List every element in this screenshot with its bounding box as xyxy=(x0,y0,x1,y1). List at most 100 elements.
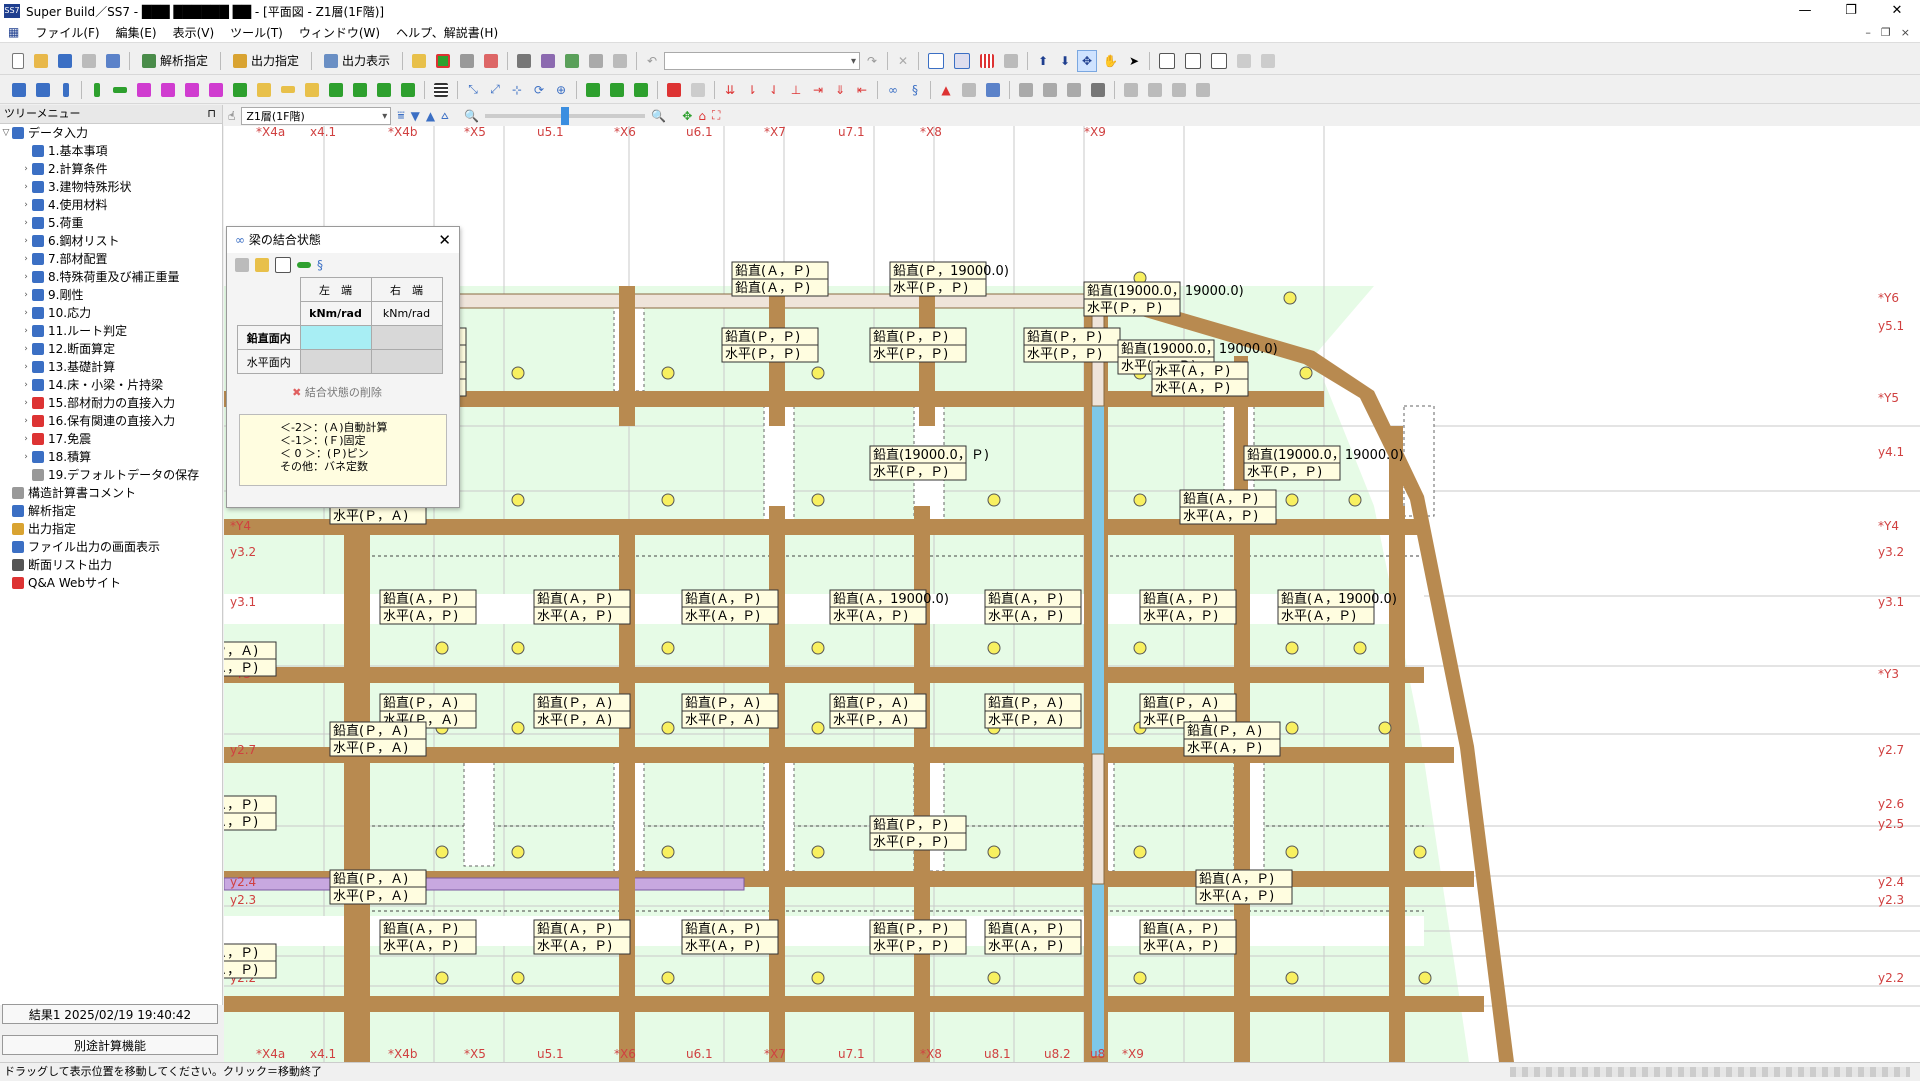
minimize-button[interactable]: — xyxy=(1782,0,1828,22)
misc8-icon[interactable] xyxy=(1192,79,1214,101)
fit-icon[interactable]: ⛶ xyxy=(712,108,720,123)
collapse-icon[interactable]: ▽ xyxy=(0,124,12,142)
joint-label[interactable]: 鉛直(Ａ，Ｐ) 水平(Ａ，Ｐ) xyxy=(379,589,477,625)
mass2-icon[interactable] xyxy=(958,79,980,101)
joint-label[interactable]: 鉛直(Ｐ，Ｐ) 水平(Ｐ，Ｐ) xyxy=(869,815,967,851)
tree-node-13[interactable]: › 13.基礎計算 xyxy=(0,358,222,376)
redo-icon[interactable]: ↷ xyxy=(862,50,882,72)
arrow-down-icon[interactable]: ⬇ xyxy=(1055,50,1075,72)
plan-drawing[interactable]: *X4a x4.1 *X4b *X5 u5.1 *X6 u6.1 *X7 u7.1 *X8 *X9 *… xyxy=(224,126,1920,1062)
history-combo[interactable] xyxy=(664,51,861,71)
tree-node-4[interactable]: › 4.使用材料 xyxy=(0,196,222,214)
joint-label[interactable]: 鉛直(Ｐ，Ａ) 水平(Ａ，Ｐ) xyxy=(224,641,277,677)
expand-icon[interactable]: › xyxy=(20,214,32,232)
tree-node-19[interactable]: 19.デフォルトデータの保存 xyxy=(0,466,222,484)
menu-window[interactable]: ウィンドウ(W) xyxy=(291,24,388,41)
node4-icon[interactable]: ⊕ xyxy=(551,79,571,101)
joint-label[interactable]: 鉛直(Ｐ，Ａ) 水平(Ａ，Ｐ) xyxy=(1183,721,1281,757)
joint-label[interactable]: 鉛直(Ｐ，Ｐ) 水平(Ｐ，Ｐ) xyxy=(869,327,967,363)
edit-icon[interactable] xyxy=(255,258,269,272)
arrow-up-icon[interactable]: ⬆ xyxy=(1033,50,1053,72)
menu-file[interactable]: ファイル(F) xyxy=(27,24,107,41)
mdi-icon[interactable]: ▦ xyxy=(0,25,27,39)
print-setup-icon[interactable] xyxy=(537,50,559,72)
mdi-close-button[interactable]: × xyxy=(1901,26,1910,39)
joint-label[interactable]: 鉛直(Ａ，Ｐ) 水平(Ａ，Ｐ) xyxy=(533,589,631,625)
joint-label[interactable]: 鉛直(Ｐ，Ａ) 水平(Ｐ，Ａ) xyxy=(681,693,779,729)
bracket3-icon[interactable] xyxy=(373,79,395,101)
home-view-icon[interactable]: ⌂ xyxy=(698,109,706,123)
wall-icon[interactable] xyxy=(133,79,155,101)
misc2-icon[interactable] xyxy=(1039,79,1061,101)
tree-node-1[interactable]: 1.基本事項 xyxy=(0,142,222,160)
layer-select[interactable]: Z1層(1F階) xyxy=(241,106,392,126)
tile-icon[interactable] xyxy=(1000,50,1022,72)
save-as-icon[interactable] xyxy=(102,50,124,72)
rotate-icon[interactable]: ⟳ xyxy=(529,79,549,101)
menu-view[interactable]: 表示(V) xyxy=(165,24,223,41)
expand-icon[interactable]: › xyxy=(20,178,32,196)
tile-h-icon[interactable] xyxy=(1181,50,1205,72)
brace-icon[interactable] xyxy=(205,79,227,101)
pen-icon[interactable] xyxy=(253,79,275,101)
delete-icon[interactable]: ✕ xyxy=(893,50,913,72)
expand-icon[interactable]: › xyxy=(20,376,32,394)
mesh-icon[interactable] xyxy=(430,79,452,101)
down-icon[interactable]: ▼ xyxy=(411,109,420,123)
arrange-icon[interactable] xyxy=(1233,50,1255,72)
open-folder-icon[interactable] xyxy=(30,50,52,72)
plan-canvas[interactable]: *X4a x4.1 *X4b *X5 u5.1 *X6 u6.1 *X7 u7.1 *X8 *X9 *… xyxy=(224,126,1920,1062)
undo-icon[interactable]: ↶ xyxy=(642,50,662,72)
menu-help[interactable]: ヘルプ、解説書(H) xyxy=(388,24,506,41)
zoom-out-icon[interactable]: 🔍 xyxy=(464,109,479,123)
joint-label[interactable]: 鉛直(Ｐ，Ｐ) 水平(Ｐ，Ｐ) xyxy=(721,327,819,363)
menu-tools[interactable]: ツール(T) xyxy=(222,24,291,41)
node2-icon[interactable]: ⤢ xyxy=(485,79,505,101)
pointer-icon[interactable]: ➤ xyxy=(1124,50,1144,72)
expand-icon[interactable]: › xyxy=(20,250,32,268)
force2-icon[interactable]: ⇂ xyxy=(742,79,762,101)
joint-label[interactable]: 鉛直(Ａ，Ｐ) 水平(Ａ，Ｐ) xyxy=(1195,869,1293,905)
expand-icon[interactable]: › xyxy=(20,304,32,322)
tree-node-6[interactable]: › 6.鋼材リスト xyxy=(0,232,222,250)
misc7-icon[interactable] xyxy=(1168,79,1190,101)
expand-icon[interactable]: › xyxy=(20,394,32,412)
list-icon[interactable] xyxy=(456,50,478,72)
support3-icon[interactable] xyxy=(630,79,652,101)
joint-label[interactable]: 鉛直(Ａ，Ｐ) 水平(Ａ，Ｐ) xyxy=(681,919,779,955)
output-display-button[interactable]: 出力表示 xyxy=(317,50,397,72)
slab-icon[interactable] xyxy=(157,79,179,101)
support2-icon[interactable] xyxy=(606,79,628,101)
tree-node-11[interactable]: › 11.ルート判定 xyxy=(0,322,222,340)
envelope-icon[interactable] xyxy=(301,79,323,101)
tree-node-8[interactable]: › 8.特殊荷重及び補正重量 xyxy=(0,268,222,286)
tile-v-icon[interactable] xyxy=(1207,50,1231,72)
joint-label[interactable]: 鉛直(Ａ，Ｐ) 水平(Ａ，Ｐ) xyxy=(1179,489,1277,525)
force7-icon[interactable]: ⇤ xyxy=(852,79,872,101)
mdi-minimize-button[interactable]: – xyxy=(1865,26,1871,39)
new-icon[interactable] xyxy=(8,50,28,72)
tree-node-data-input[interactable]: ▽ データ入力 xyxy=(0,124,222,142)
zoom-slider[interactable] xyxy=(485,106,646,125)
page-icon[interactable] xyxy=(585,50,607,72)
misc3-icon[interactable] xyxy=(1063,79,1085,101)
joint-icon[interactable]: ∞ xyxy=(883,79,903,101)
move-icon[interactable]: ✥ xyxy=(1077,49,1098,72)
joint-label[interactable]: 鉛直(Ａ，Ｐ) 水平(Ａ，Ｐ) xyxy=(379,919,477,955)
tree-node-5[interactable]: › 5.荷重 xyxy=(0,214,222,232)
extra-calc-button[interactable]: 別途計算機能 xyxy=(2,1035,218,1055)
misc5-icon[interactable] xyxy=(1120,79,1142,101)
vertical-right-cell[interactable] xyxy=(370,325,443,350)
expand-icon[interactable]: › xyxy=(20,232,32,250)
cascade-icon[interactable] xyxy=(1155,50,1179,72)
joint-label[interactable]: 鉛直(Ａ，Ｐ) 水平(Ａ，Ｐ) xyxy=(1139,919,1237,955)
force4-icon[interactable]: ⊥ xyxy=(786,79,806,101)
joint-label[interactable]: 鉛直(Ａ，Ｐ) 水平(Ａ，Ｐ) xyxy=(1139,589,1237,625)
window2-icon[interactable] xyxy=(950,50,974,72)
expand-icon[interactable]: › xyxy=(20,430,32,448)
top-icon[interactable]: ⩟ xyxy=(441,108,448,123)
joint2-icon[interactable]: § xyxy=(905,79,925,101)
grid-small-icon[interactable] xyxy=(235,258,249,272)
bracket4-icon[interactable] xyxy=(397,79,419,101)
link-icon[interactable]: § xyxy=(317,258,323,272)
